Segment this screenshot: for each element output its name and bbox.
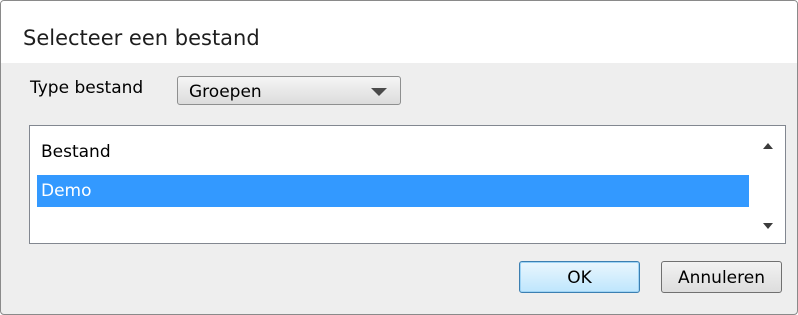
scroll-down-arrow-icon[interactable] [763, 223, 773, 229]
list-column-header: Bestand [41, 142, 111, 162]
file-type-select[interactable]: Groepen [177, 76, 401, 105]
file-listbox[interactable]: Bestand Demo [29, 125, 786, 244]
ok-button[interactable]: OK [519, 261, 640, 293]
file-select-dialog: Selecteer een bestand Type bestand Groep… [0, 0, 798, 315]
dialog-title: Selecteer een bestand [23, 26, 260, 50]
file-type-select-value: Groepen [189, 82, 262, 102]
scroll-up-arrow-icon[interactable] [763, 143, 773, 149]
list-item[interactable]: Demo [37, 175, 749, 207]
dialog-titlebar: Selecteer een bestand [1, 1, 797, 63]
vertical-scrollbar[interactable] [751, 126, 785, 243]
chevron-down-icon[interactable] [371, 88, 387, 96]
list-item-label: Demo [41, 181, 92, 201]
type-bestand-label: Type bestand [30, 78, 144, 98]
cancel-button[interactable]: Annuleren [661, 261, 782, 293]
